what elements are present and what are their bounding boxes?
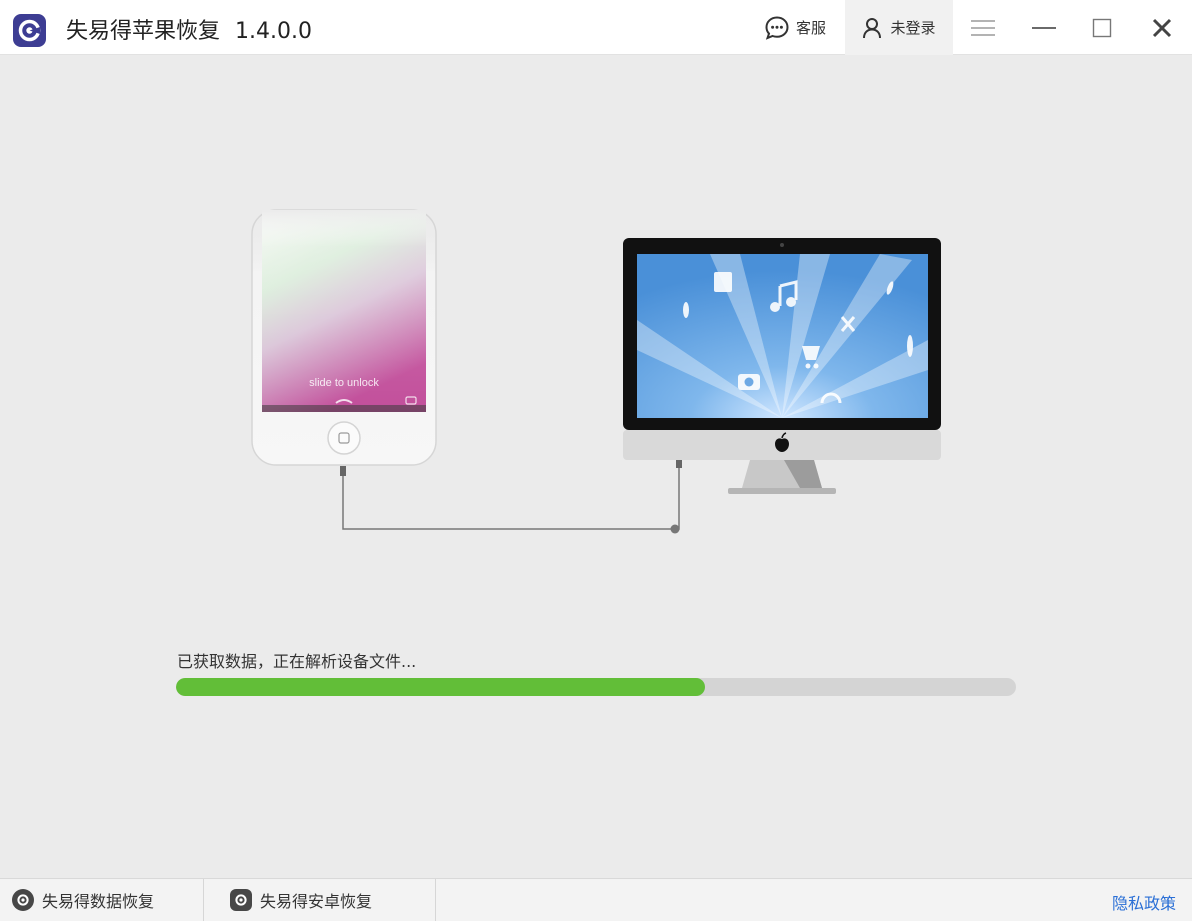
data-recovery-logo-icon — [12, 889, 34, 911]
app-name: 失易得苹果恢复 — [66, 19, 221, 44]
cable-graphic — [342, 458, 682, 534]
close-button[interactable] — [1134, 0, 1189, 55]
close-icon — [1152, 18, 1172, 38]
app-title: 失易得苹果恢复 1.4.0.0 — [66, 13, 312, 45]
lock-screen-text: slide to unlock — [309, 377, 379, 389]
android-recovery-link[interactable]: 失易得安卓恢复 — [206, 879, 436, 921]
title-bar: 失易得苹果恢复 1.4.0.0 客服 未登录 — [0, 0, 1192, 55]
maximize-icon — [1092, 18, 1112, 38]
connection-illustration: slide to unlock — [240, 200, 960, 545]
data-recovery-label: 失易得数据恢复 — [42, 892, 155, 911]
android-recovery-logo-icon — [230, 889, 252, 911]
maximize-button[interactable] — [1077, 0, 1127, 55]
android-recovery-label: 失易得安卓恢复 — [260, 892, 373, 911]
menu-button[interactable] — [958, 0, 1008, 55]
privacy-policy-link[interactable]: 隐私政策 — [1112, 890, 1176, 914]
chat-bubble-icon — [764, 15, 790, 41]
login-label: 未登录 — [890, 19, 936, 37]
app-logo-icon — [13, 14, 46, 47]
footer-bar: 失易得数据恢复 失易得安卓恢复 隐私政策 — [0, 878, 1192, 921]
support-button[interactable]: 客服 — [750, 0, 840, 55]
data-recovery-link[interactable]: 失易得数据恢复 — [12, 879, 204, 921]
support-label: 客服 — [795, 19, 826, 37]
iphone-graphic: slide to unlock — [251, 209, 437, 476]
progress-bar — [176, 678, 1016, 696]
login-button[interactable]: 未登录 — [845, 0, 953, 55]
progress-bar-fill — [176, 678, 706, 696]
progress-status-text: 已获取数据，正在解析设备文件... — [177, 652, 417, 671]
user-icon — [862, 17, 884, 39]
menu-icon — [971, 19, 995, 37]
minimize-button[interactable] — [1016, 0, 1071, 55]
imac-graphic — [623, 238, 941, 494]
minimize-icon — [1031, 26, 1056, 30]
app-version: 1.4.0.0 — [235, 19, 312, 44]
